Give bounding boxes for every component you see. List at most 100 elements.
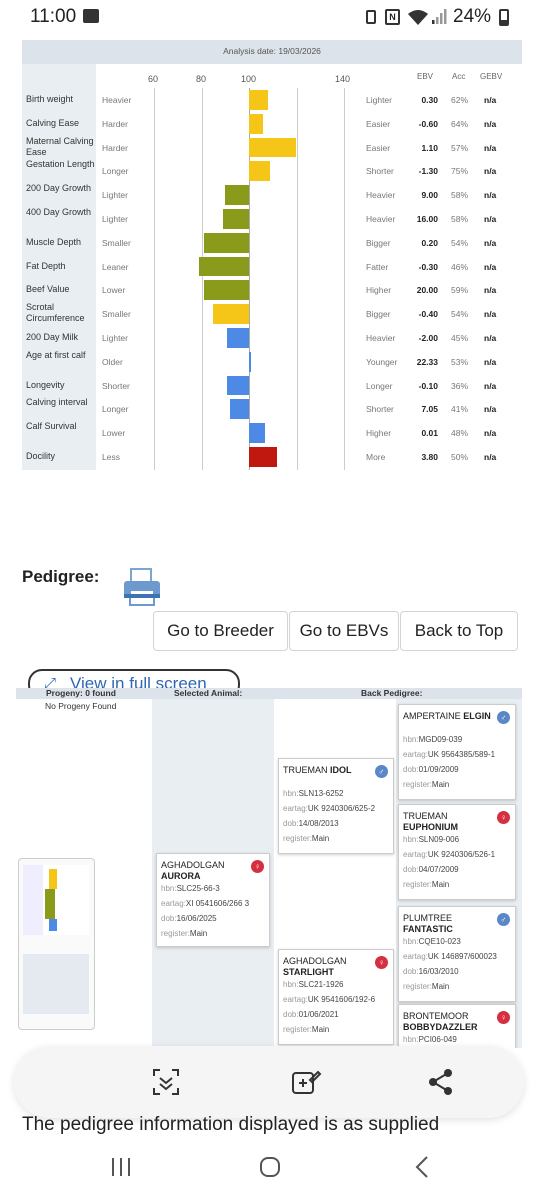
eartag-value: UK 9564385/589-1	[427, 750, 496, 759]
selected-header: Selected Animal:	[174, 688, 243, 698]
animal-hbn: hbn:SLN13-6252	[283, 789, 344, 798]
hbn-label: hbn:	[403, 735, 419, 744]
animal-register: register:Main	[403, 780, 449, 789]
animal-name: AGHADOLGAN AURORA	[161, 860, 251, 882]
low-direction-label: Lower	[102, 285, 126, 296]
home-button[interactable]	[258, 1155, 282, 1179]
trait-label: Birth weight	[26, 94, 74, 104]
animal-short-name: STARLIGHT	[283, 967, 334, 977]
register-label: register:	[403, 780, 432, 789]
low-direction-label: Smaller	[102, 237, 131, 248]
dob-value: 16/03/2010	[418, 967, 459, 976]
ebv-value: 0.30	[421, 95, 438, 105]
eartag-value: XI 0541606/266 3	[185, 899, 250, 908]
pedigree-card-sire[interactable]: TRUEMAN IDOL ♂ hbn:SLN13-6252 eartag:UK 924…	[278, 758, 394, 854]
pedigree-card-dd[interactable]: BRONTEMOOR BOBBYDAZZLER ♀ hbn:PCI06-049	[398, 1004, 516, 1048]
low-direction-label: Less	[102, 452, 120, 462]
low-direction-label: Lighter	[102, 333, 128, 343]
accuracy-value: 48%	[451, 428, 469, 439]
register-label: register:	[283, 834, 312, 843]
accuracy-value: 54%	[451, 237, 469, 248]
ebv-bar	[225, 185, 249, 205]
lens-scan-icon[interactable]	[151, 1067, 181, 1097]
trait-label: Calf Survival	[26, 421, 77, 432]
low-direction-label: Older	[102, 356, 123, 367]
ebv-bar	[248, 113, 264, 134]
hbn-label: hbn:	[283, 789, 299, 798]
axis-tick-label: 80	[196, 74, 207, 84]
ebv-bar	[213, 304, 249, 324]
page-thumbnail[interactable]	[18, 858, 95, 1030]
animal-short-name: BOBBYDAZZLER	[403, 1022, 478, 1032]
go-to-breeder-button[interactable]: Go to Breeder	[153, 611, 288, 651]
pedigree-disclaimer: The pedigree information displayed is as…	[22, 1114, 440, 1135]
eartag-label: eartag:	[283, 804, 308, 813]
pedigree-card-sd[interactable]: TRUEMAN EUPHONIUM ♀ hbn:SLN09-006 eartag:UK…	[398, 804, 516, 900]
printer-icon[interactable]	[121, 566, 163, 608]
share-icon[interactable]	[427, 1068, 455, 1096]
pedigree-card-ss[interactable]: AMPERTAINE ELGIN ♂ hbn:MGD09-039 eartag:UK …	[398, 704, 516, 800]
animal-dob: dob:01/06/2021	[283, 1010, 339, 1019]
low-direction-label: Lighter	[102, 214, 128, 224]
back-to-top-button[interactable]: Back to Top	[400, 611, 518, 651]
eartag-label: eartag:	[283, 995, 308, 1004]
animal-register: register:Main	[403, 982, 449, 991]
eartag-value: UK 146897/600023	[427, 952, 497, 961]
accuracy-value: 54%	[451, 309, 469, 320]
ebv-value: 20.00	[416, 285, 438, 296]
animal-dob: dob:14/08/2013	[283, 819, 339, 828]
accuracy-value: 58%	[451, 190, 469, 201]
trait-label: Longevity	[26, 379, 65, 390]
accuracy-value: 41%	[451, 404, 469, 415]
add-edit-icon[interactable]	[290, 1066, 322, 1098]
trait-label: 400 Day Growth	[26, 207, 92, 217]
low-direction-label: Harder	[102, 142, 128, 153]
accuracy-value: 58%	[451, 214, 469, 224]
signal-icon	[432, 9, 447, 24]
female-icon: ♀	[251, 860, 264, 873]
dob-label: dob:	[403, 765, 419, 774]
dob-value: 01/09/2009	[418, 765, 459, 774]
animal-prefix: AGHADOLGAN	[161, 860, 225, 870]
gebv-value: n/a	[484, 309, 497, 320]
ebv-value: 16.00	[416, 214, 438, 224]
low-direction-label: Smaller	[102, 309, 131, 320]
back-button[interactable]	[411, 1155, 435, 1179]
animal-eartag: eartag:UK 9564385/589-1	[403, 750, 495, 759]
eartag-value: UK 9541606/192-6	[307, 995, 376, 1004]
recent-apps-button[interactable]	[109, 1155, 133, 1179]
pedigree-card-selected[interactable]: AGHADOLGAN AURORA ♀ hbn:SLC25-66-3 eartag:X…	[156, 853, 270, 947]
hbn-value: CQE10-023	[418, 937, 461, 946]
ebv-bar	[248, 351, 252, 372]
battery-saver-icon	[366, 10, 376, 24]
image-icon	[83, 9, 99, 23]
gebv-value: n/a	[484, 214, 497, 224]
back-pedigree-header: Back Pedigree:	[361, 688, 423, 698]
gebv-value: n/a	[484, 261, 497, 272]
gebv-value: n/a	[484, 356, 497, 367]
ebv-value: 7.05	[421, 404, 438, 415]
high-direction-label: Fatter	[366, 261, 389, 272]
accuracy-value: 50%	[451, 452, 469, 462]
gridline	[297, 88, 298, 470]
dob-value: 16/06/2025	[176, 914, 217, 923]
trait-label: Gestation Length	[26, 159, 95, 170]
animal-dob: dob:16/06/2025	[161, 914, 217, 923]
animal-register: register:Main	[161, 929, 207, 938]
eartag-label: eartag:	[403, 952, 428, 961]
pedigree-card-ds[interactable]: PLUMTREE FANTASTIC ♂ hbn:CQE10-023 eartag:U…	[398, 906, 516, 1002]
dob-label: dob:	[283, 1010, 299, 1019]
animal-eartag: eartag:UK 146897/600023	[403, 952, 497, 961]
ebv-value: -0.40	[418, 309, 438, 320]
trait-label: Calving Ease	[26, 117, 80, 128]
battery-percent: 24%	[453, 6, 492, 27]
animal-short-name: EUPHONIUM	[403, 822, 459, 832]
ebv-bar	[203, 280, 249, 301]
female-icon: ♀	[497, 811, 510, 824]
animal-dob: dob:16/03/2010	[403, 967, 459, 976]
hbn-value: SLC21-1926	[298, 980, 344, 989]
pedigree-card-dam[interactable]: AGHADOLGAN STARLIGHT ♀ hbn:SLC21-1926 earta…	[278, 949, 394, 1045]
go-to-ebvs-button[interactable]: Go to EBVs	[289, 611, 399, 651]
high-direction-label: Younger	[366, 356, 398, 367]
accuracy-value: 59%	[451, 285, 469, 296]
